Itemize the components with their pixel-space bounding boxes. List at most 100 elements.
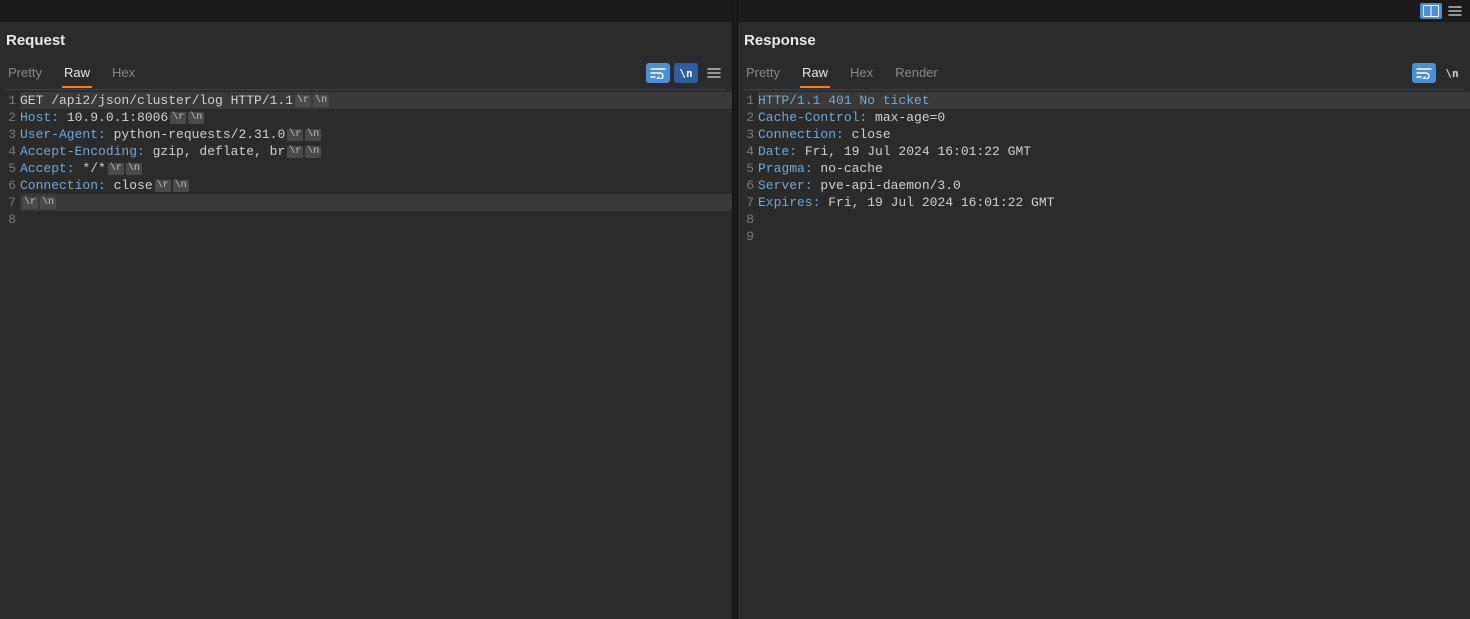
cr-badge: \r xyxy=(170,112,186,124)
lf-badge: \n xyxy=(305,146,321,158)
text-token: gzip, deflate, br xyxy=(145,143,285,160)
response-editor[interactable]: 123456789 HTTP/1.1 401 No ticketCache-Co… xyxy=(738,90,1470,619)
code-line[interactable] xyxy=(758,228,1470,245)
cr-badge: \r xyxy=(108,163,124,175)
line-number: 1 xyxy=(0,92,18,109)
line-number: 6 xyxy=(0,177,18,194)
text-token: close xyxy=(844,126,891,143)
cr-badge: \r xyxy=(22,197,38,209)
split-vertical-icon xyxy=(1423,5,1439,17)
layout-split-button[interactable] xyxy=(1420,3,1442,19)
code-line[interactable]: Cache-Control: max-age=0 xyxy=(758,109,1470,126)
header-token: Date: xyxy=(758,143,797,160)
code-line[interactable]: GET /api2/json/cluster/log HTTP/1.1\r\n xyxy=(20,92,732,109)
line-number: 3 xyxy=(738,126,756,143)
code-line[interactable]: Connection: close xyxy=(758,126,1470,143)
line-number: 7 xyxy=(738,194,756,211)
line-number: 2 xyxy=(738,109,756,126)
tab-request-pretty[interactable]: Pretty xyxy=(6,61,44,86)
lf-badge: \n xyxy=(313,95,329,107)
text-token: */* xyxy=(75,160,106,177)
code-line[interactable]: \r\n xyxy=(20,194,732,211)
request-title: Request xyxy=(0,22,732,59)
line-number: 5 xyxy=(0,160,18,177)
code-line[interactable]: Host: 10.9.0.1:8006\r\n xyxy=(20,109,732,126)
line-number: 5 xyxy=(738,160,756,177)
text-token: 10.9.0.1:8006 xyxy=(59,109,168,126)
header-token: Accept-Encoding: xyxy=(20,143,145,160)
code-line[interactable]: Expires: Fri, 19 Jul 2024 16:01:22 GMT xyxy=(758,194,1470,211)
text-token: GET /api2/json/cluster/log HTTP/1.1 xyxy=(20,92,293,109)
hamburger-icon xyxy=(707,67,721,79)
request-editor[interactable]: 12345678 GET /api2/json/cluster/log HTTP… xyxy=(0,90,732,619)
request-topbar-strip xyxy=(0,0,732,22)
code-line[interactable]: Server: pve-api-daemon/3.0 xyxy=(758,177,1470,194)
show-literals-button[interactable]: \n xyxy=(674,63,698,83)
line-number: 8 xyxy=(0,211,18,228)
code-line[interactable]: Date: Fri, 19 Jul 2024 16:01:22 GMT xyxy=(758,143,1470,160)
response-code[interactable]: HTTP/1.1 401 No ticketCache-Control: max… xyxy=(756,90,1470,619)
tab-request-raw[interactable]: Raw xyxy=(62,61,92,86)
header-token: Server: xyxy=(758,177,813,194)
lf-badge: \n xyxy=(188,112,204,124)
lf-badge: \n xyxy=(305,129,321,141)
header-token: Connection: xyxy=(758,126,844,143)
wrap-toggle-button[interactable] xyxy=(646,63,670,83)
tab-response-hex[interactable]: Hex xyxy=(848,61,875,86)
code-line[interactable]: User-Agent: python-requests/2.31.0\r\n xyxy=(20,126,732,143)
response-show-literals-button[interactable]: \n xyxy=(1440,63,1464,83)
request-options-button[interactable] xyxy=(702,63,726,83)
request-pane: Request Pretty Raw Hex \n 12345678 GET /… xyxy=(0,0,732,619)
header-token: Expires: xyxy=(758,194,820,211)
code-line[interactable]: Connection: close\r\n xyxy=(20,177,732,194)
code-line[interactable]: Pragma: no-cache xyxy=(758,160,1470,177)
line-number: 8 xyxy=(738,211,756,228)
text-token: Fri, 19 Jul 2024 16:01:22 GMT xyxy=(797,143,1031,160)
line-number: 2 xyxy=(0,109,18,126)
layout-menu-button[interactable] xyxy=(1444,3,1466,19)
response-topbar xyxy=(738,0,1470,22)
text-token: pve-api-daemon/3.0 xyxy=(813,177,961,194)
header-token: User-Agent: xyxy=(20,126,106,143)
code-line[interactable]: Accept: */*\r\n xyxy=(20,160,732,177)
response-pane: Response Pretty Raw Hex Render \n 123456… xyxy=(738,0,1470,619)
code-line[interactable] xyxy=(758,211,1470,228)
text-token: close xyxy=(106,177,153,194)
tab-response-render[interactable]: Render xyxy=(893,61,940,86)
lf-badge: \n xyxy=(173,180,189,192)
cr-badge: \r xyxy=(295,95,311,107)
line-number: 4 xyxy=(738,143,756,160)
line-number: 4 xyxy=(0,143,18,160)
header-token: Accept: xyxy=(20,160,75,177)
code-line[interactable]: Accept-Encoding: gzip, deflate, br\r\n xyxy=(20,143,732,160)
line-number: 3 xyxy=(0,126,18,143)
request-tabs: Pretty Raw Hex \n xyxy=(0,59,732,87)
line-number: 1 xyxy=(738,92,756,109)
tab-request-hex[interactable]: Hex xyxy=(110,61,137,86)
header-token: Cache-Control: xyxy=(758,109,867,126)
line-number: 6 xyxy=(738,177,756,194)
cr-badge: \r xyxy=(155,180,171,192)
cr-badge: \r xyxy=(287,146,303,158)
code-line[interactable]: HTTP/1.1 401 No ticket xyxy=(758,92,1470,109)
response-wrap-toggle-button[interactable] xyxy=(1412,63,1436,83)
text-token: no-cache xyxy=(813,160,883,177)
lf-badge: \n xyxy=(40,197,56,209)
response-tab-tools: \n xyxy=(1412,63,1464,83)
line-number: 9 xyxy=(738,228,756,245)
response-title: Response xyxy=(738,22,1470,59)
line-number: 7 xyxy=(0,194,18,211)
request-code[interactable]: GET /api2/json/cluster/log HTTP/1.1\r\nH… xyxy=(18,90,732,619)
tab-response-raw[interactable]: Raw xyxy=(800,61,830,86)
http-viewer: Request Pretty Raw Hex \n 12345678 GET /… xyxy=(0,0,1470,619)
cr-badge: \r xyxy=(287,129,303,141)
text-token: python-requests/2.31.0 xyxy=(106,126,285,143)
lf-badge: \n xyxy=(126,163,142,175)
response-gutter: 123456789 xyxy=(738,90,756,619)
header-token: HTTP/1.1 401 No ticket xyxy=(758,92,930,109)
tab-response-pretty[interactable]: Pretty xyxy=(744,61,782,86)
request-tab-tools: \n xyxy=(646,63,726,83)
header-token: Host: xyxy=(20,109,59,126)
code-line[interactable] xyxy=(20,211,732,228)
wrap-icon xyxy=(1416,67,1432,79)
